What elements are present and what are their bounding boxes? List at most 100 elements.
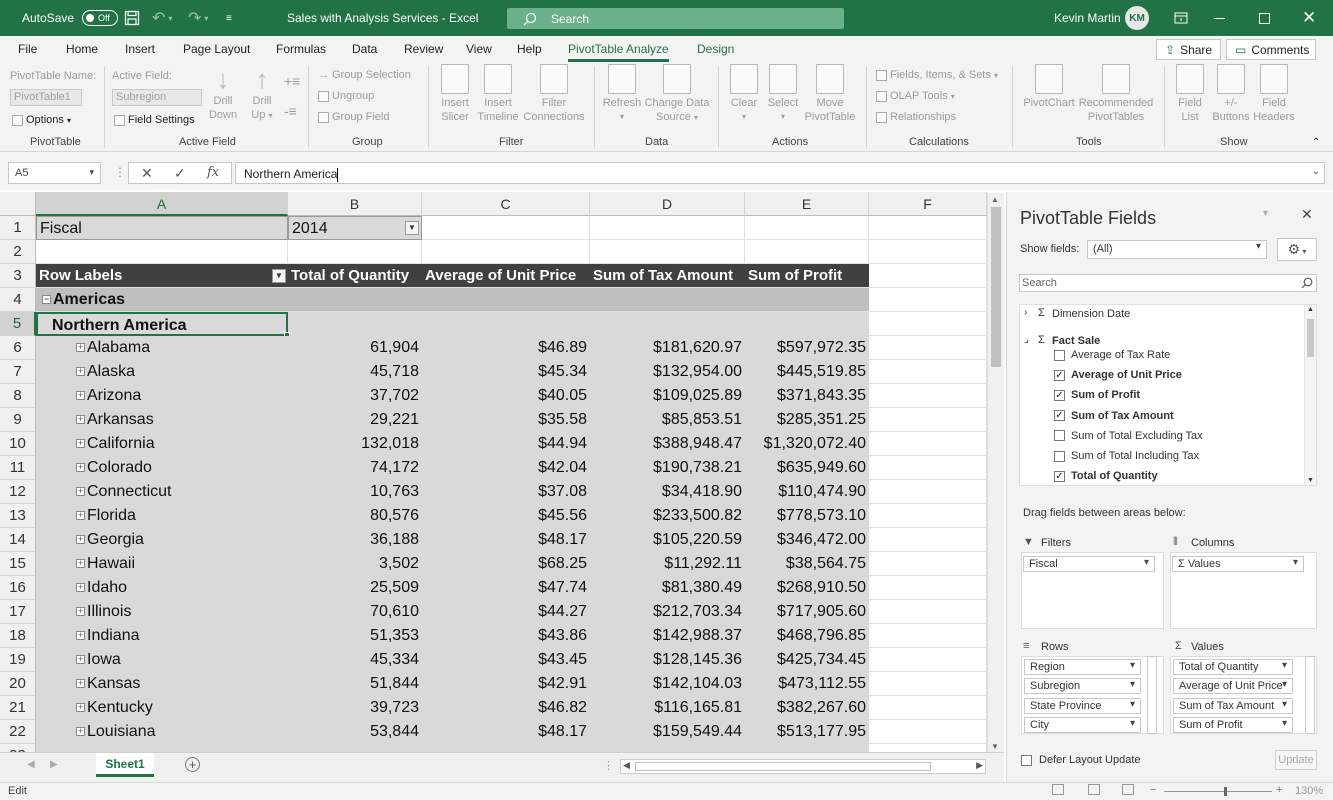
field-checkbox[interactable]: ✓ [1054,470,1065,482]
formula-input[interactable]: Northern America ⌄ [235,162,1325,184]
row-header-10[interactable]: 10 [0,432,36,456]
state-label-cell[interactable]: + California [36,432,288,456]
row-header-21[interactable]: 21 [0,696,36,720]
normal-view-icon[interactable] [1052,784,1064,795]
rows-drop-zone[interactable]: Region Subregion State Province City [1021,656,1164,734]
row-header-2[interactable]: 2 [0,240,36,264]
value-cell[interactable]: $81,380.49 [590,576,745,600]
cell-empty[interactable] [869,552,987,576]
value-cell[interactable]: $513,177.95 [745,720,869,744]
row-header-1[interactable]: 1 [0,216,36,240]
expand-icon[interactable]: + [76,607,85,617]
expand-icon[interactable]: + [76,631,85,641]
tab-design[interactable]: Design [697,42,734,56]
pane-close-icon[interactable]: ✕ [1301,206,1313,223]
avatar[interactable]: KM [1125,0,1149,36]
value-cell[interactable]: $635,949.60 [745,456,869,480]
plus-minus-buttons-button[interactable]: +/- Buttons [1210,64,1252,124]
prev-sheet-icon[interactable]: ◀ [27,759,35,770]
vertical-scrollbar[interactable]: ▲ ▼ [987,193,1004,753]
value-cell[interactable]: $34,418.90 [590,480,745,504]
gear-icon[interactable]: ⚙ ▾ [1277,238,1317,261]
zoom-out-icon[interactable]: − [1150,784,1156,796]
values-pill[interactable]: Sum of Profit [1173,716,1293,733]
value-header[interactable]: Sum of Tax Amount [590,264,745,288]
value-cell[interactable]: 74,172 [288,456,422,480]
name-box[interactable]: A5 ▾ [8,162,101,184]
customize-qat-icon[interactable]: ≡ [226,0,232,36]
cell-empty[interactable] [869,336,987,360]
drill-up-button[interactable]: ↑ Drill Up ▾ [248,64,276,123]
maximize-icon[interactable] [1259,0,1270,36]
cell-empty[interactable] [869,528,987,552]
state-label-cell[interactable]: + Arizona [36,384,288,408]
column-header-d[interactable]: D [590,192,745,216]
insert-function-icon[interactable]: fx [207,165,219,180]
cell-empty[interactable] [869,216,987,240]
state-label-cell[interactable]: + Hawaii [36,552,288,576]
value-cell[interactable]: $142,104.03 [590,672,745,696]
columns-pill[interactable]: Σ Values [1172,556,1304,572]
cell-empty[interactable] [590,216,745,240]
value-cell[interactable]: 37,702 [288,384,422,408]
recommended-pivottables-button[interactable]: Recommended PivotTables [1076,64,1156,124]
state-label-cell[interactable]: + Iowa [36,648,288,672]
field-list-scroll-thumb[interactable] [1307,319,1314,357]
field-item[interactable]: Average of Tax Rate [1054,349,1170,361]
value-cell[interactable]: $44.94 [422,432,590,456]
value-cell[interactable]: $285,351.25 [745,408,869,432]
relationships-button[interactable]: Relationships [876,110,956,124]
row-header-5[interactable]: 5 [0,312,36,336]
row-header-16[interactable]: 16 [0,576,36,600]
ribbon-display-icon[interactable] [1174,0,1188,36]
value-cell[interactable]: $778,573.10 [745,504,869,528]
field-item[interactable]: ✓ Total of Quantity [1054,470,1158,482]
state-label-cell[interactable]: + Connecticut [36,480,288,504]
value-cell[interactable]: 36,188 [288,528,422,552]
values-pill[interactable]: Sum of Tax Amount [1173,697,1293,714]
value-cell[interactable]: $105,220.59 [590,528,745,552]
redo-icon[interactable]: ↷ ▾ [188,0,208,36]
values-drop-zone[interactable]: Total of Quantity Average of Unit Price Su… [1170,656,1317,734]
fact-sale[interactable]: Fact Sale [1052,335,1100,347]
value-cell[interactable]: 39,723 [288,696,422,720]
state-label-cell[interactable]: + Kansas [36,672,288,696]
field-checkbox[interactable]: ✓ [1054,369,1065,381]
select-all-corner[interactable] [0,192,36,216]
expand-icon[interactable]: + [76,559,85,569]
tab-pivottable-analyze[interactable]: PivotTable Analyze [568,42,669,62]
row-header-11[interactable]: 11 [0,456,36,480]
row-header-19[interactable]: 19 [0,648,36,672]
insert-timeline-button[interactable]: Insert Timeline [476,64,520,124]
worksheet[interactable]: A B C D E F 1 2 3 4 5 6 7 8 9 10 11 12 13 14 15 16 17 18 19 20 21 2… [0,192,1004,752]
collapse-icon[interactable]: ⌟ [1024,334,1029,345]
expand-icon[interactable]: › [1024,307,1027,318]
scroll-up-icon[interactable]: ▲ [1307,306,1314,313]
tab-home[interactable]: Home [66,42,98,56]
tab-review[interactable]: Review [404,42,443,56]
cell-empty[interactable] [869,240,987,264]
comments-button[interactable]: ▭ Comments [1226,39,1316,60]
row-header-12[interactable]: 12 [0,480,36,504]
show-fields-dropdown[interactable]: (All) [1087,240,1267,259]
value-cell[interactable]: $38,564.75 [745,552,869,576]
zoom-slider-thumb[interactable] [1224,787,1227,796]
field-list-button[interactable]: Field List [1172,64,1208,124]
value-cell[interactable]: $388,948.47 [590,432,745,456]
value-cell[interactable]: 45,334 [288,648,422,672]
value-header[interactable]: Sum of Profit [745,264,869,288]
expand-icon[interactable]: + [76,727,85,737]
field-item[interactable]: ✓ Average of Unit Price [1054,369,1182,381]
row-labels-header[interactable]: Row Labels [36,264,288,288]
tab-page-layout[interactable]: Page Layout [183,42,250,56]
state-label-cell[interactable]: + Georgia [36,528,288,552]
insert-slicer-button[interactable]: Insert Slicer [436,64,474,124]
horizontal-scroll-thumb[interactable] [635,762,931,771]
state-label-cell[interactable]: + Alaska [36,360,288,384]
cell-empty[interactable] [869,384,987,408]
field-checkbox[interactable]: ✓ [1054,389,1065,401]
cell-empty[interactable] [869,360,987,384]
autosave-toggle[interactable]: Off [82,10,119,26]
options-button[interactable]: Options ▾ [12,113,71,128]
expand-icon[interactable]: + [76,679,85,689]
